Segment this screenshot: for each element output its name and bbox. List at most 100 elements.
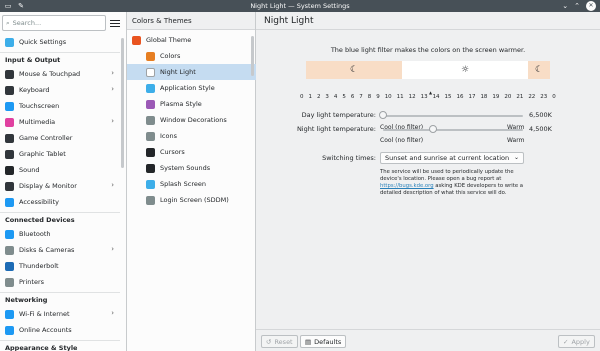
category-item[interactable]: Icons bbox=[127, 128, 256, 144]
sidebar-item[interactable]: Multimedia › bbox=[0, 114, 120, 130]
window-decorations-icon bbox=[146, 115, 155, 125]
night-temp-max-label: Warm bbox=[507, 137, 525, 144]
multimedia-icon bbox=[5, 117, 14, 127]
apply-icon: ✓ bbox=[563, 337, 569, 346]
sidebar-item[interactable]: Online Accounts bbox=[0, 322, 120, 338]
app-style-icon bbox=[146, 83, 155, 93]
sidebar-item[interactable]: Disks & Cameras › bbox=[0, 242, 120, 258]
global-theme-icon bbox=[132, 35, 141, 45]
sidebar-item-label: Display & Monitor bbox=[19, 182, 77, 190]
category-item[interactable]: Cursors bbox=[127, 144, 256, 160]
category-item[interactable]: Colors bbox=[127, 48, 256, 64]
hour-tick-label: 6 bbox=[350, 94, 355, 100]
sidebar-item[interactable]: Accessibility bbox=[0, 194, 120, 210]
login-screen-icon bbox=[146, 195, 155, 205]
reset-button[interactable]: ↺ Reset bbox=[261, 335, 298, 348]
category-panel: Colors & Themes Global Theme Colors Night … bbox=[127, 12, 256, 351]
hour-tick-label: 23 bbox=[540, 94, 548, 100]
sidebar-item[interactable]: Keyboard › bbox=[0, 82, 120, 98]
switching-times-value: Sunset and sunrise at current location bbox=[385, 154, 510, 162]
day-temp-slider[interactable] bbox=[383, 115, 523, 117]
display-icon bbox=[5, 181, 14, 191]
category-item[interactable]: Window Decorations bbox=[127, 112, 256, 128]
defaults-icon: ▤ bbox=[305, 337, 312, 346]
category-item-label: Cursors bbox=[160, 148, 185, 156]
category-item-label: Window Decorations bbox=[160, 116, 227, 124]
night-light-timeline: ☾ ☼ ☾ bbox=[306, 61, 550, 79]
defaults-label: Defaults bbox=[314, 337, 342, 346]
sidebar-item-label: Disks & Cameras bbox=[19, 246, 75, 254]
close-icon[interactable]: ✕ bbox=[586, 1, 596, 11]
day-segment: ☼ bbox=[402, 61, 528, 79]
category-item[interactable]: System Sounds bbox=[127, 160, 256, 176]
hour-tick-label: 21 bbox=[516, 94, 524, 100]
day-temp-handle[interactable] bbox=[379, 111, 387, 119]
day-temp-value: 6,500K bbox=[529, 111, 552, 119]
sidebar-section-header: Input & Output bbox=[0, 52, 120, 66]
wifi-icon bbox=[5, 309, 14, 319]
chevron-right-icon: › bbox=[111, 181, 114, 189]
footer-bar: ↺ Reset ▤ Defaults ✓ Apply bbox=[256, 329, 600, 351]
search-icon: ⌕ bbox=[6, 18, 10, 27]
category-scrollbar[interactable] bbox=[251, 36, 254, 76]
sidebar-item[interactable]: Graphic Tablet bbox=[0, 146, 120, 162]
sidebar-item-label: Quick Settings bbox=[19, 38, 67, 46]
tablet-icon bbox=[5, 149, 14, 159]
night-light-page: Night Light The blue light filter makes … bbox=[256, 12, 600, 351]
sidebar-item[interactable]: Sound bbox=[0, 162, 120, 178]
hour-tick-label: 8 bbox=[367, 94, 372, 100]
window-title: Night Light — System Settings bbox=[250, 2, 350, 10]
sidebar-item[interactable]: Game Controller bbox=[0, 130, 120, 146]
sidebar-item[interactable]: Bluetooth bbox=[0, 226, 120, 242]
sidebar-item-label: Bluetooth bbox=[19, 230, 51, 238]
chevron-right-icon: › bbox=[111, 85, 114, 93]
sidebar-item-label: Keyboard bbox=[19, 86, 50, 94]
bug-report-link[interactable]: https://bugs.kde.org bbox=[380, 183, 434, 189]
moon-icon: ☾ bbox=[534, 65, 544, 75]
category-item[interactable]: Login Screen (SDDM) bbox=[127, 192, 256, 208]
night-light-icon bbox=[146, 67, 155, 77]
category-item-label: Colors bbox=[160, 52, 181, 60]
category-item[interactable]: Splash Screen bbox=[127, 176, 256, 192]
category-item[interactable]: Global Theme bbox=[127, 32, 256, 48]
night-temp-handle[interactable] bbox=[429, 125, 438, 133]
icons-icon bbox=[146, 131, 155, 141]
category-item[interactable]: Application Style bbox=[127, 80, 256, 96]
switching-times-select[interactable]: Sunset and sunrise at current location ⌄ bbox=[380, 152, 524, 164]
sidebar-item[interactable]: Thunderbolt bbox=[0, 258, 120, 274]
hour-tick-label: 20 bbox=[504, 94, 512, 100]
chevron-right-icon: › bbox=[111, 245, 114, 253]
sidebar-item-label: Touchscreen bbox=[19, 102, 60, 110]
hamburger-menu-icon[interactable] bbox=[109, 17, 121, 29]
minimize-icon[interactable]: ⌄ bbox=[562, 0, 568, 12]
sidebar-section-header: Appearance & Style bbox=[0, 340, 120, 351]
sidebar-item-label: Multimedia bbox=[19, 118, 56, 126]
sidebar-item-label: Accessibility bbox=[19, 198, 59, 206]
sidebar-item[interactable]: Mouse & Touchpad › bbox=[0, 66, 120, 82]
apply-button[interactable]: ✓ Apply bbox=[558, 335, 595, 348]
reset-icon: ↺ bbox=[266, 337, 272, 346]
sidebar-item[interactable]: Display & Monitor › bbox=[0, 178, 120, 194]
sidebar-scrollbar[interactable] bbox=[121, 38, 124, 168]
apply-label: Apply bbox=[571, 337, 590, 346]
night-temp-slider[interactable] bbox=[383, 129, 523, 131]
maximize-icon[interactable]: ⌃ bbox=[574, 0, 580, 12]
hour-ticks: 0 1 2 3 4 5 6 7 8 9 10 11 12 13 14 15 16 17 18 19 20 21 22 23 0 bbox=[300, 94, 556, 100]
sound-icon bbox=[5, 165, 14, 175]
hour-tick-label: 2 bbox=[316, 94, 321, 100]
hour-tick-label: 17 bbox=[468, 94, 476, 100]
night-segment-end: ☾ bbox=[528, 61, 550, 79]
category-item[interactable]: Night Light bbox=[127, 64, 256, 80]
hour-tick-label: 7 bbox=[359, 94, 363, 100]
chevron-down-icon: ⌄ bbox=[513, 154, 519, 161]
chevron-right-icon: › bbox=[111, 309, 114, 317]
category-item[interactable]: Plasma Style bbox=[127, 96, 256, 112]
search-input[interactable]: ⌕ Search... bbox=[2, 15, 106, 31]
category-item-label: System Sounds bbox=[160, 164, 211, 172]
sidebar-item[interactable]: Wi-Fi & Internet › bbox=[0, 306, 120, 322]
sidebar-item[interactable]: Printers bbox=[0, 274, 120, 290]
sidebar-item[interactable]: Touchscreen bbox=[0, 98, 120, 114]
defaults-button[interactable]: ▤ Defaults bbox=[300, 335, 347, 348]
sidebar-item[interactable]: Quick Settings bbox=[0, 34, 120, 50]
hour-tick-label: 19 bbox=[492, 94, 500, 100]
